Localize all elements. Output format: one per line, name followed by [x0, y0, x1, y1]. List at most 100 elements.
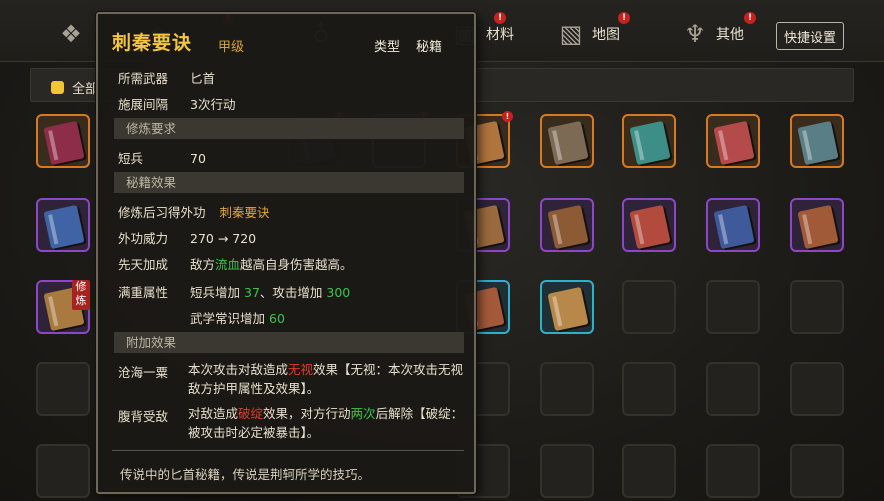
item-slot[interactable]: [706, 198, 760, 252]
tab-manuals[interactable]: ❖: [56, 14, 86, 54]
requirement-label: 短兵: [118, 151, 144, 166]
full-attr-text: 、攻击增加: [259, 285, 323, 300]
empty-slot[interactable]: [790, 280, 844, 334]
weapon-value: 匕首: [190, 71, 216, 86]
empty-slot[interactable]: [622, 280, 676, 334]
empty-slot[interactable]: [540, 362, 594, 416]
power-row: 外功威力 270 → 720: [118, 228, 256, 247]
bonus-2-text: 对敌造成: [188, 406, 239, 421]
bonus-1-text: 本次攻击对敌造成: [188, 362, 289, 377]
empty-slot[interactable]: [790, 362, 844, 416]
bonus-1-label: 沧海一粟: [118, 365, 169, 380]
weapon-row: 所需武器 匕首: [118, 68, 215, 87]
scroll-icon: ❖: [60, 20, 82, 48]
book-icon: [43, 120, 85, 166]
full-attr-text: 短兵增加: [190, 285, 241, 300]
train-badge: 修炼: [72, 280, 90, 310]
bonus-2-label: 腹背受敌: [118, 409, 169, 424]
effect-section-header: 秘籍效果: [114, 172, 464, 193]
power-value: 270 → 720: [190, 231, 257, 246]
item-slot[interactable]: [540, 114, 594, 168]
innate-label: 先天加成: [118, 257, 169, 272]
interval-value: 3次行动: [190, 97, 236, 112]
bonus-2-highlight: 破绽: [238, 406, 264, 421]
tab-label: 材料: [486, 27, 514, 43]
map-icon: ▧: [559, 20, 583, 48]
empty-slot[interactable]: [622, 362, 676, 416]
item-slot[interactable]: [540, 280, 594, 334]
tab-map[interactable]: ▧ 地图 !: [556, 12, 630, 54]
item-slot[interactable]: 修炼: [36, 280, 90, 334]
full-attr-label: 满重属性: [118, 285, 169, 300]
bonus-1-desc: 本次攻击对敌造成无视效果【无视：本次攻击无视敌方护甲属性及效果】。: [188, 360, 468, 398]
alert-dot: !: [618, 12, 630, 24]
flavor-text: 传说中的匕首秘籍，传说是荆轲所学的技巧。: [120, 467, 371, 482]
filter-all-label: 全部: [72, 82, 99, 97]
learn-row: 修炼后习得外功 刺秦要诀: [118, 202, 270, 221]
item-slot[interactable]: [540, 198, 594, 252]
bonus-2-text: 效果，对方行动: [263, 406, 351, 421]
item-slot[interactable]: [36, 198, 90, 252]
full-attr-value: 300: [326, 285, 351, 300]
item-slot[interactable]: [790, 114, 844, 168]
innate-highlight: 流血: [215, 257, 241, 272]
book-icon: [797, 204, 839, 250]
empty-slot[interactable]: [622, 444, 676, 498]
empty-slot[interactable]: [790, 444, 844, 498]
item-slot[interactable]: [790, 198, 844, 252]
book-icon: [547, 286, 589, 332]
interval-label: 施展间隔: [118, 97, 169, 112]
empty-slot[interactable]: [706, 444, 760, 498]
weapon-label: 所需武器: [118, 71, 169, 86]
item-grade: 甲级: [218, 40, 245, 55]
quick-settings-button[interactable]: 快捷设置: [776, 22, 844, 50]
empty-slot[interactable]: [540, 444, 594, 498]
tab-label: 地图: [592, 27, 620, 43]
misc-icon: ♆: [684, 20, 706, 48]
item-slot[interactable]: [706, 114, 760, 168]
empty-slot[interactable]: [36, 362, 90, 416]
item-slot[interactable]: [36, 114, 90, 168]
empty-slot[interactable]: [36, 444, 90, 498]
requirement-section-header: 修炼要求: [114, 118, 464, 139]
full-attr-row: 满重属性 短兵增加 37、攻击增加 300: [118, 282, 350, 301]
tab-label: 其他: [716, 27, 744, 43]
full-attr-text: 武学常识增加: [190, 311, 266, 326]
full-attr-value: 37: [244, 285, 260, 300]
alert-dot: !: [744, 12, 756, 24]
item-type-label: 类型: [374, 40, 401, 55]
item-slot[interactable]: [622, 198, 676, 252]
book-icon: [713, 204, 755, 250]
checkbox-icon: [51, 81, 64, 94]
full-attr-row-2: 武学常识增加 60: [190, 308, 285, 327]
book-icon: [629, 120, 671, 166]
item-slot[interactable]: [622, 114, 676, 168]
requirement-row: 短兵 70: [118, 148, 206, 167]
inventory-screen: ❖ ◈ ! ♁ ▣ 材料 ! ▧ 地图 ! ♆ 其他 ! 快捷设置 全部: [0, 0, 884, 501]
book-icon: [43, 204, 85, 250]
bonus-section-header: 附加效果: [114, 332, 464, 353]
power-label: 外功威力: [118, 231, 169, 246]
innate-pre: 敌方: [190, 257, 216, 272]
empty-slot[interactable]: [706, 362, 760, 416]
item-tooltip: 刺秦要诀 甲级 类型 秘籍 所需武器 匕首 施展间隔 3次行动 修炼要求 短兵 70 …: [96, 12, 476, 494]
item-type-value: 秘籍: [416, 40, 443, 55]
innate-row: 先天加成 敌方流血越高自身伤害越高。: [118, 254, 353, 273]
divider: [112, 450, 464, 451]
item-title: 刺秦要诀: [112, 32, 193, 54]
requirement-value: 70: [190, 151, 206, 166]
book-icon: [713, 120, 755, 166]
interval-row: 施展间隔 3次行动: [118, 94, 235, 113]
filter-all-checkbox[interactable]: 全部: [51, 78, 98, 97]
empty-slot[interactable]: [706, 280, 760, 334]
innate-post: 越高自身伤害越高。: [240, 257, 353, 272]
book-icon: [547, 120, 589, 166]
bonus-2-highlight: 两次: [350, 406, 376, 421]
alert-dot: !: [502, 111, 513, 122]
book-icon: [547, 204, 589, 250]
bonus-1-highlight: 无视: [288, 362, 314, 377]
tab-other[interactable]: ♆ 其他 !: [680, 12, 756, 54]
learn-value: 刺秦要诀: [219, 205, 270, 220]
alert-dot: !: [494, 12, 506, 24]
learn-label: 修炼后习得外功: [118, 205, 206, 220]
